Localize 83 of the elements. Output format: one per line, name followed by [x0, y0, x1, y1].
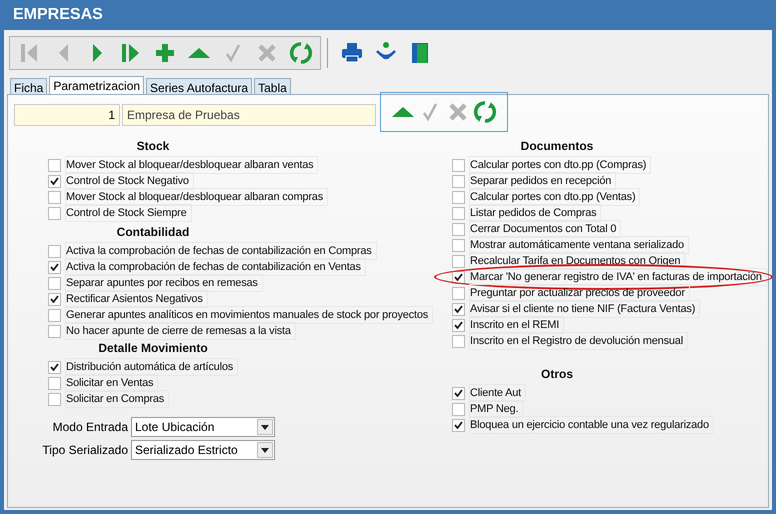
refresh-icon — [473, 100, 498, 124]
checkbox[interactable] — [48, 308, 61, 322]
checkbox-label: Solicitar en Ventas — [65, 374, 158, 392]
check-icon — [454, 389, 463, 397]
checkbox[interactable] — [48, 376, 61, 390]
section-heading: Otros — [540, 366, 573, 383]
checkbox-label: Control de Stock Siempre — [65, 204, 192, 222]
checkbox-label: Control de Stock Negativo — [65, 172, 194, 190]
checkbox[interactable] — [452, 402, 465, 416]
tab[interactable]: Ficha — [10, 78, 48, 94]
checkbox[interactable] — [48, 190, 61, 204]
tab[interactable]: Tabla — [254, 78, 291, 94]
triangle-up-icon — [187, 48, 211, 58]
checkbox-label: Activa la comprobación de fechas de contabilización en Ventas — [65, 258, 366, 276]
checkbox-label: Inscrito en el Registro de devolución mensual — [469, 332, 688, 350]
checkbox[interactable] — [452, 334, 465, 348]
checkbox-label: Calcular portes con dto.pp (Ventas) — [469, 188, 640, 206]
checkbox[interactable] — [452, 418, 465, 432]
checkbox[interactable] — [48, 260, 61, 274]
checkbox-label: Marcar 'No generar registro de IVA' en facturas de importación — [469, 268, 767, 286]
checkbox[interactable] — [452, 174, 465, 188]
checkbox-label: Solicitar en Compras — [65, 390, 170, 408]
checkbox[interactable] — [48, 360, 61, 374]
checkbox[interactable] — [48, 276, 61, 290]
check-icon — [454, 273, 463, 281]
checkbox-label: No hacer apunte de cierre de remesas a la vista — [65, 322, 296, 340]
dropdown[interactable]: Lote Ubicación — [131, 417, 275, 437]
checkbox-label: Avisar si el cliente no tiene NIF (Factura Ventas) — [469, 300, 700, 318]
check-icon — [50, 363, 59, 371]
checkbox[interactable] — [452, 254, 465, 268]
check-icon — [50, 295, 59, 303]
check-icon — [50, 263, 59, 271]
checkbox[interactable] — [48, 244, 61, 258]
checkbox[interactable] — [452, 158, 465, 172]
checkbox[interactable] — [48, 158, 61, 172]
checkbox-label: Calcular portes con dto.pp (Compras) — [469, 156, 652, 174]
checkbox-label: Rectificar Asientos Negativos — [65, 290, 208, 308]
tab[interactable]: Parametrizacion — [49, 76, 144, 94]
checkbox-label: Listar pedidos de Compras — [469, 204, 602, 222]
check-icon — [50, 177, 59, 185]
checkbox-label: Generar apuntes analíticos en movimientos manuales de stock por proyectos — [65, 306, 434, 324]
checkbox[interactable] — [48, 292, 61, 306]
checkbox[interactable] — [48, 324, 61, 338]
section-heading: Contabilidad — [116, 224, 190, 241]
checkbox-label: Activa la comprobación de fechas de contabilización en Compras — [65, 242, 377, 260]
window-title: EMPRESAS — [13, 5, 103, 25]
checkbox[interactable] — [452, 286, 465, 300]
checkbox-label: Inscrito en el REMI — [469, 316, 564, 334]
section-heading: Documentos — [520, 138, 594, 155]
section-heading: Stock — [136, 138, 170, 155]
checkbox[interactable] — [452, 206, 465, 220]
code-field[interactable]: 1 — [14, 104, 120, 126]
checkbox-label: Bloquea un ejercicio contable una vez regularizado — [469, 416, 714, 434]
checkbox[interactable] — [452, 238, 465, 252]
checkbox[interactable] — [48, 392, 61, 406]
checkbox-label: Mover Stock al bloquear/desbloquear albaran ventas — [65, 156, 318, 174]
checkbox-label: Cliente Aut — [469, 384, 526, 402]
checkbox-label: Separar pedidos en recepción — [469, 172, 616, 190]
select-label: Modo Entrada — [52, 419, 128, 436]
checkbox-label: Separar apuntes por recibos en remesas — [65, 274, 263, 292]
checkbox-label: Distribución automática de artículos — [65, 358, 238, 376]
checkbox[interactable] — [452, 386, 465, 400]
checkbox-label: PMP Neg. — [469, 400, 524, 418]
checkbox[interactable] — [452, 190, 465, 204]
checkbox[interactable] — [452, 270, 465, 284]
select-label: Tipo Serializado — [41, 442, 128, 459]
checkbox-label: Preguntar por actualizar precios de proveedor — [469, 284, 690, 302]
checkbox-label: Mostrar automáticamente ventana serializado — [469, 236, 689, 254]
section-heading: Detalle Movimiento — [98, 340, 208, 357]
check-icon — [454, 421, 463, 429]
tab[interactable]: Series Autofactura — [146, 78, 252, 94]
checkbox[interactable] — [452, 302, 465, 316]
checkbox[interactable] — [452, 318, 465, 332]
refresh-icon — [289, 40, 313, 64]
triangle-up-icon — [390, 107, 415, 117]
dropdown[interactable]: Serializado Estricto — [131, 440, 275, 460]
checkbox-label: Mover Stock al bloquear/desbloquear albaran compras — [65, 188, 328, 206]
checkbox-label: Cerrar Documentos con Total 0 — [469, 220, 622, 238]
checkbox[interactable] — [48, 174, 61, 188]
checkbox[interactable] — [452, 222, 465, 236]
name-field[interactable]: Empresa de Pruebas — [122, 104, 376, 126]
checkbox[interactable] — [48, 206, 61, 220]
checkbox-label: Recalcular Tarifa en Documentos con Origen — [469, 252, 686, 270]
